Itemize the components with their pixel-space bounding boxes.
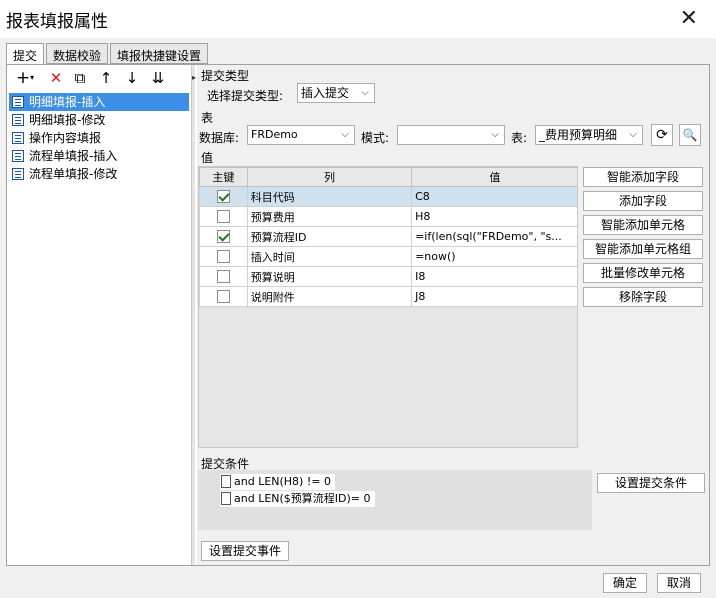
ok-button[interactable]: 确定 <box>603 573 647 593</box>
list-toolbar: +▾ ✕ ⧉ ↑ ↓ ⇊ <box>7 65 191 91</box>
header-key: 主键 <box>199 167 248 187</box>
delete-icon[interactable]: ✕ <box>45 68 67 88</box>
copy-icon[interactable]: ⧉ <box>69 68 91 88</box>
title-bar: 报表填报属性 ✕ <box>0 0 716 38</box>
column-cell: 预算流程ID <box>246 226 413 247</box>
collapse-arrow-icon[interactable]: ▸ <box>192 73 196 82</box>
column-cell: 说明附件 <box>246 286 413 307</box>
smart-add-cell-button[interactable]: 智能添加单元格 <box>583 215 703 235</box>
form-icon <box>12 132 24 144</box>
table-row[interactable]: 科目代码 C8 <box>199 186 577 207</box>
submit-type-label: 选择提交类型: <box>207 89 284 103</box>
batch-edit-cell-button[interactable]: 批量修改单元格 <box>583 263 703 283</box>
key-checkbox[interactable] <box>216 270 230 284</box>
key-checkbox[interactable] <box>216 290 230 304</box>
table-row[interactable]: 插入时间 =now() <box>199 246 577 267</box>
document-icon <box>221 492 231 505</box>
add-field-button[interactable]: 添加字段 <box>583 191 703 211</box>
chevron-down-icon: ⌵ <box>336 126 354 144</box>
document-icon <box>221 475 231 488</box>
set-submit-condition-button[interactable]: 设置提交条件 <box>597 473 705 493</box>
submit-settings: 提交类型 选择提交类型: 插入提交 ⌵ 表 数据库: FRDemo ⌵ 模式: ⌵ … <box>197 65 709 565</box>
table-row[interactable]: 预算费用 H8 <box>199 206 577 227</box>
add-dropdown-icon[interactable]: +▾ <box>11 68 39 88</box>
form-icon <box>12 114 24 126</box>
move-up-icon[interactable]: ↑ <box>95 68 117 88</box>
tab-content-panel: +▾ ✕ ⧉ ↑ ↓ ⇊ 明细填报-插入 明细填报-修改 操作内容填报 流程单填… <box>6 64 710 566</box>
table-section-label: 表 <box>201 111 214 125</box>
tab-data-validation[interactable]: 数据校验 <box>46 43 109 64</box>
value-cell[interactable]: J8 <box>411 286 577 307</box>
header-column: 列 <box>246 167 413 187</box>
database-select[interactable]: FRDemo ⌵ <box>247 125 355 145</box>
values-section-label: 值 <box>201 151 214 165</box>
key-checkbox[interactable] <box>216 230 230 244</box>
pane-splitter[interactable] <box>191 65 195 565</box>
move-down-icon[interactable]: ↓ <box>121 68 143 88</box>
submit-type-select[interactable]: 插入提交 ⌵ <box>297 83 375 103</box>
conditions-list: and LEN(H8) != 0 and LEN($预算流程ID)= 0 <box>198 470 592 530</box>
database-label: 数据库: <box>199 131 240 145</box>
sort-icon[interactable]: ⇊ <box>147 68 169 88</box>
table-row[interactable]: 预算说明 I8 <box>199 266 577 287</box>
window-title: 报表填报属性 <box>6 12 108 32</box>
value-cell[interactable]: H8 <box>411 206 577 227</box>
key-checkbox[interactable] <box>216 190 230 204</box>
value-cell[interactable]: =if(len(sql("FRDemo", "s... <box>411 226 577 247</box>
key-checkbox[interactable] <box>216 250 230 264</box>
table-row[interactable]: 说明附件 J8 <box>199 286 577 307</box>
condition-item[interactable]: and LEN(H8) != 0 <box>220 474 335 490</box>
list-item[interactable]: 流程单填报-插入 <box>9 147 189 165</box>
tab-submit[interactable]: 提交 <box>6 43 45 65</box>
condition-item[interactable]: and LEN($预算流程ID)= 0 <box>220 491 375 507</box>
tab-shortcut-settings[interactable]: 填报快捷键设置 <box>110 43 209 64</box>
preview-icon[interactable]: 🔍 <box>679 124 701 146</box>
submit-list-pane: +▾ ✕ ⧉ ↑ ↓ ⇊ 明细填报-插入 明细填报-修改 操作内容填报 流程单填… <box>7 65 191 565</box>
set-submit-event-button[interactable]: 设置提交事件 <box>201 541 289 561</box>
schema-select[interactable]: ⌵ <box>397 125 505 145</box>
submit-type-section-label: 提交类型 <box>201 69 250 83</box>
value-cell[interactable]: I8 <box>411 266 577 287</box>
value-cell[interactable]: C8 <box>411 186 577 207</box>
column-cell: 科目代码 <box>246 186 413 207</box>
header-value: 值 <box>411 167 577 187</box>
value-cell[interactable]: =now() <box>411 246 577 267</box>
table-select[interactable]: _费用预算明细 ⌵ <box>535 125 643 145</box>
key-checkbox[interactable] <box>216 210 230 224</box>
chevron-down-icon: ⌵ <box>624 126 642 144</box>
close-icon[interactable]: ✕ <box>680 6 698 31</box>
form-icon <box>12 168 24 180</box>
smart-add-field-button[interactable]: 智能添加字段 <box>583 167 703 187</box>
remove-field-button[interactable]: 移除字段 <box>583 287 703 307</box>
smart-add-cell-group-button[interactable]: 智能添加单元格组 <box>583 239 703 259</box>
table-row[interactable]: 预算流程ID =if(len(sql("FRDemo", "s... <box>199 226 577 247</box>
column-cell: 预算费用 <box>246 206 413 227</box>
column-cell: 插入时间 <box>246 246 413 267</box>
chevron-down-icon: ⌵ <box>356 84 374 102</box>
refresh-icon[interactable]: ⟳ <box>651 124 673 146</box>
column-cell: 预算说明 <box>246 266 413 287</box>
list-item[interactable]: 操作内容填报 <box>9 129 189 147</box>
form-icon <box>12 150 24 162</box>
table-label: 表: <box>511 131 528 145</box>
list-item[interactable]: 明细填报-修改 <box>9 111 189 129</box>
form-icon <box>12 96 24 108</box>
list-item[interactable]: 明细填报-插入 <box>9 93 189 111</box>
cancel-button[interactable]: 取消 <box>657 573 701 593</box>
schema-label: 模式: <box>361 131 390 145</box>
chevron-down-icon: ⌵ <box>486 126 504 144</box>
submit-list: 明细填报-插入 明细填报-修改 操作内容填报 流程单填报-插入 流程单填报-修改 <box>9 93 189 183</box>
list-item[interactable]: 流程单填报-修改 <box>9 165 189 183</box>
values-table: 主键 列 值 科目代码 C8 预算费用 H8 预算流程ID =if(len(sq… <box>198 166 578 448</box>
